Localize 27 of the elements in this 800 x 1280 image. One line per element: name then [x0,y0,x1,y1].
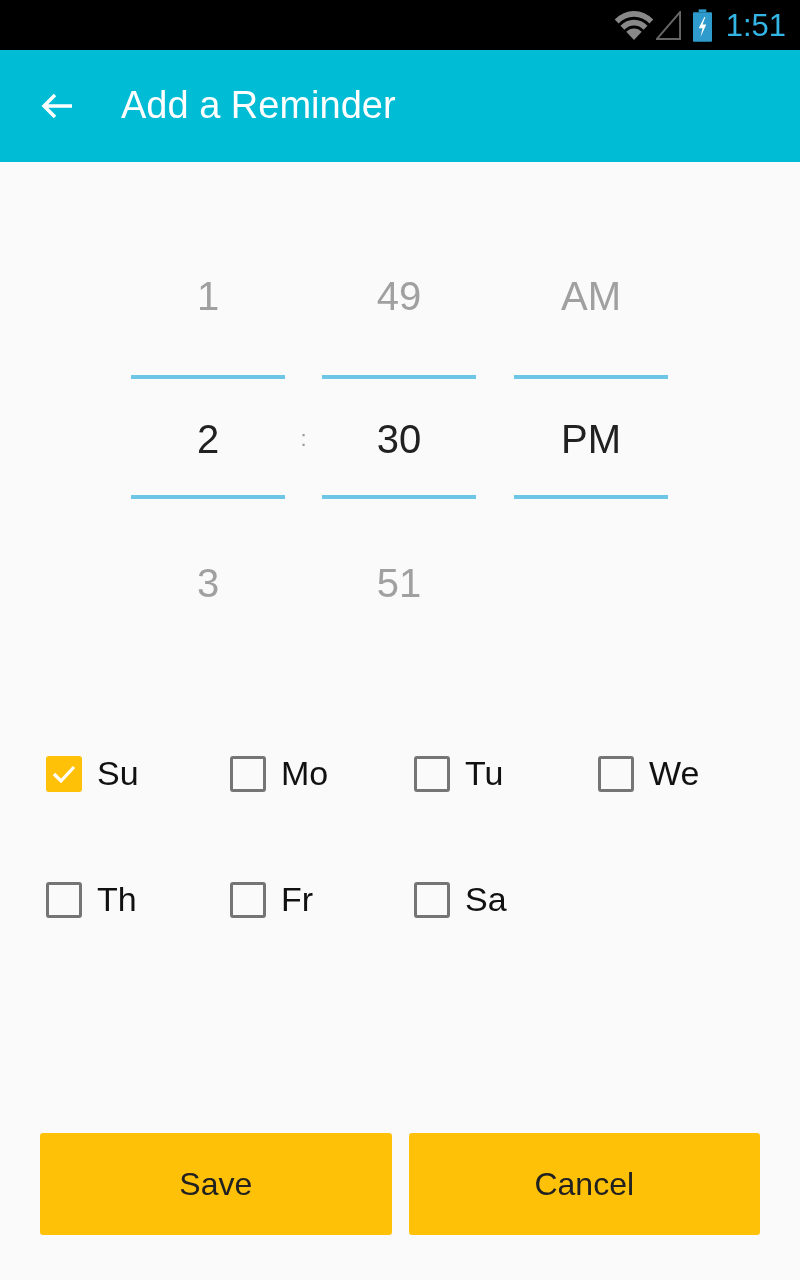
time-separator: : [300,426,307,452]
day-label[interactable]: Su [97,755,139,793]
checkbox[interactable] [46,882,82,918]
picker-selected-value[interactable]: 2 [196,417,220,461]
save-button[interactable]: Save [40,1133,392,1235]
day-label[interactable]: Fr [281,881,314,919]
cancel-button[interactable]: Cancel [408,1133,760,1235]
checkbox[interactable] [230,756,266,792]
checkmark-icon [52,765,76,783]
wifi-icon [613,10,654,40]
day-label[interactable]: We [649,755,700,793]
checkbox[interactable] [46,756,82,792]
day-label[interactable]: Tu [465,755,504,793]
status-time: 1:51 [725,9,786,41]
day-label[interactable]: Mo [281,755,329,793]
day-label[interactable]: Th [97,881,137,919]
checkbox[interactable] [230,882,266,918]
battery-charging-icon [692,8,712,42]
picker-selected-value[interactable]: 30 [376,417,422,461]
signal-icon [655,10,681,40]
picker-selected-value[interactable]: PM [561,417,621,461]
checkbox[interactable] [414,882,450,918]
back-arrow-icon[interactable] [40,91,74,121]
day-label[interactable]: Sa [465,881,507,919]
checkbox[interactable] [414,756,450,792]
app-bar-title: Add a Reminder [121,85,396,127]
checkbox[interactable] [598,756,634,792]
